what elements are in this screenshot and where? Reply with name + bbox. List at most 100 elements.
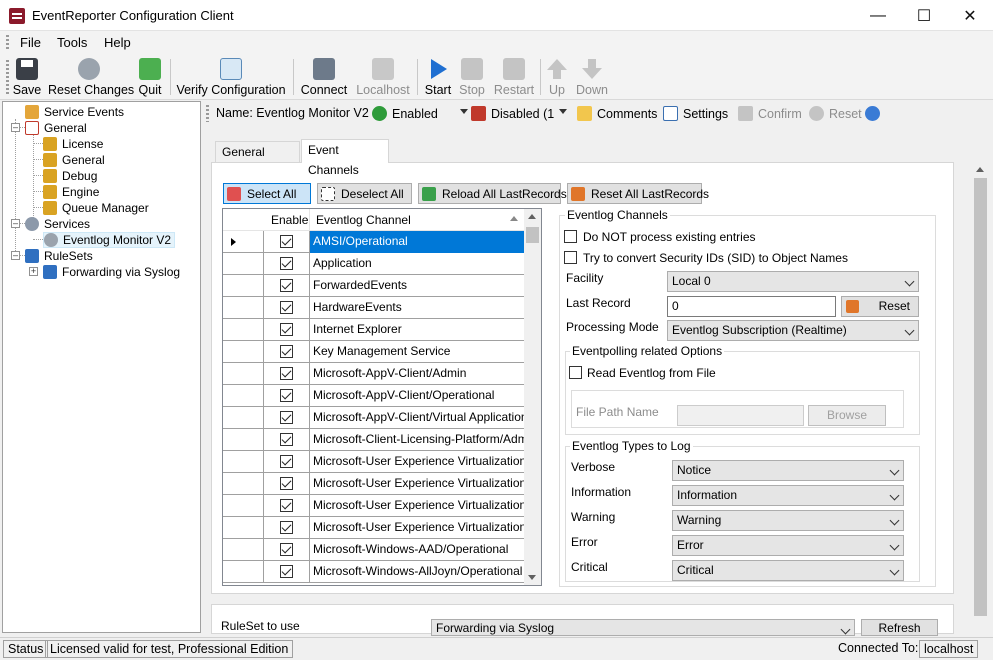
table-row[interactable]: Microsoft-AppV-Client/Virtual Applicatio… [223,407,524,429]
tree-item-service-events[interactable]: Service Events [25,104,124,120]
row-header[interactable] [223,253,264,275]
enable-checkbox[interactable] [280,477,293,490]
channel-cell[interactable]: Microsoft-AppV-Client/Virtual Applicatio… [310,407,524,429]
stop-button[interactable]: Stop [457,56,487,98]
enable-checkbox[interactable] [280,367,293,380]
menu-tools[interactable]: Tools [57,35,87,50]
row-header[interactable] [223,473,264,495]
scroll-down-icon[interactable] [528,575,536,580]
processing-mode-select[interactable]: Eventlog Subscription (Realtime) [667,320,919,341]
channel-cell[interactable]: Microsoft-Windows-AAD/Operational [310,539,524,561]
enable-checkbox[interactable] [280,521,293,534]
reset-changes-button[interactable]: Reset Changes [48,56,134,98]
save-button[interactable]: Save [12,56,42,98]
type-level-select[interactable]: Critical [672,560,904,581]
channel-cell[interactable]: Microsoft-AppV-Client/Operational [310,385,524,407]
channel-cell[interactable]: Application [310,253,524,275]
row-header[interactable] [223,385,264,407]
table-row[interactable]: Microsoft-Windows-AllJoyn/Operational [223,561,524,583]
channel-cell[interactable]: Microsoft-AppV-Client/Admin [310,363,524,385]
type-level-select[interactable]: Error [672,535,904,556]
maximize-button[interactable]: ☐ [901,0,947,31]
channel-cell[interactable]: Key Management Service [310,341,524,363]
scroll-thumb[interactable] [974,178,987,616]
file-path-input[interactable] [677,405,804,426]
tab-event-channels[interactable]: Event Channels [301,139,389,177]
reload-all-lastrecords-button[interactable]: Reload All LastRecords [418,183,567,204]
table-row[interactable]: Microsoft-User Experience Virtualization… [223,473,524,495]
tree-item-general-settings[interactable]: General [43,152,105,168]
table-row[interactable]: Microsoft-AppV-Client/Admin [223,363,524,385]
row-header[interactable] [223,363,264,385]
enable-checkbox[interactable] [280,433,293,446]
enable-checkbox[interactable] [280,389,293,402]
tree-item-forwarding[interactable]: Forwarding via Syslog [43,264,180,280]
reset-all-lastrecords-button[interactable]: Reset All LastRecords [567,183,709,204]
grid-scrollbar[interactable] [524,209,541,585]
confirm-button[interactable]: Confirm [738,106,802,121]
row-header[interactable] [223,561,264,583]
enable-checkbox[interactable] [280,411,293,424]
deselect-all-button[interactable]: Deselect All [317,183,412,204]
table-row[interactable]: Microsoft-User Experience Virtualization… [223,517,524,539]
tree-item-rulesets[interactable]: RuleSets [25,248,93,264]
enable-checkbox[interactable] [280,543,293,556]
menu-help[interactable]: Help [104,35,131,50]
row-header[interactable] [223,231,264,253]
channel-cell[interactable]: HardwareEvents [310,297,524,319]
last-record-reset-button[interactable]: Reset [841,296,919,317]
channel-cell[interactable]: Microsoft-Client-Licensing-Platform/Admi… [310,429,524,451]
channel-cell[interactable]: Microsoft-User Experience Virtualization… [310,517,524,539]
row-header[interactable] [223,297,264,319]
localhost-button[interactable]: Localhost [354,56,412,98]
table-row[interactable]: Key Management Service [223,341,524,363]
do-not-process-checkbox[interactable] [564,230,577,243]
column-header-channel[interactable]: Eventlog Channel [316,213,411,227]
enable-checkbox[interactable] [280,565,293,578]
scroll-up-icon[interactable] [528,214,536,219]
channel-cell[interactable]: Microsoft-User Experience Virtualization… [310,473,524,495]
row-header[interactable] [223,517,264,539]
type-level-select[interactable]: Notice [672,460,904,481]
quit-button[interactable]: Quit [135,56,165,98]
row-header[interactable] [223,451,264,473]
select-all-button[interactable]: Select All [223,183,311,204]
channel-cell[interactable]: ForwardedEvents [310,275,524,297]
table-row[interactable]: ForwardedEvents [223,275,524,297]
table-row[interactable]: Microsoft-Windows-AAD/Operational [223,539,524,561]
row-header[interactable] [223,429,264,451]
minimize-button[interactable]: — [855,0,901,31]
row-header[interactable] [223,407,264,429]
scroll-thumb[interactable] [526,227,539,243]
reset-button[interactable]: Reset [809,106,862,121]
enable-checkbox[interactable] [280,323,293,336]
main-scrollbar[interactable] [972,162,989,630]
comments-button[interactable]: Comments [577,106,657,121]
verify-configuration-button[interactable]: Verify Configuration [176,56,286,98]
channel-cell[interactable]: Microsoft-User Experience Virtualization… [310,495,524,517]
column-header-enable[interactable]: Enable [271,213,308,227]
enabled-dropdown[interactable]: Enabled [372,106,468,121]
channel-cell[interactable]: AMSI/Operational [310,231,524,253]
start-button[interactable]: Start [423,56,453,98]
expand-forwarding-toggle[interactable]: + [29,267,38,276]
table-row[interactable]: Microsoft-User Experience Virtualization… [223,451,524,473]
row-header[interactable] [223,495,264,517]
menu-file[interactable]: File [20,35,41,50]
close-button[interactable]: ✕ [947,0,993,31]
tree-item-general[interactable]: General [25,120,87,136]
tree-item-eventlog-monitor[interactable]: Eventlog Monitor V2 [43,232,176,248]
convert-sid-checkbox[interactable] [564,251,577,264]
table-row[interactable]: Microsoft-User Experience Virtualization… [223,495,524,517]
scroll-up-icon[interactable] [976,167,984,172]
table-row[interactable]: Microsoft-AppV-Client/Operational [223,385,524,407]
restart-button[interactable]: Restart [492,56,536,98]
enable-checkbox[interactable] [280,279,293,292]
down-button[interactable]: Down [574,56,610,98]
ruleset-select[interactable]: Forwarding via Syslog [431,619,855,636]
channel-cell[interactable]: Microsoft-Windows-AllJoyn/Operational [310,561,524,583]
type-level-select[interactable]: Information [672,485,904,506]
tree-item-engine[interactable]: Engine [43,184,99,200]
facility-select[interactable]: Local 0 [667,271,919,292]
enable-checkbox[interactable] [280,257,293,270]
